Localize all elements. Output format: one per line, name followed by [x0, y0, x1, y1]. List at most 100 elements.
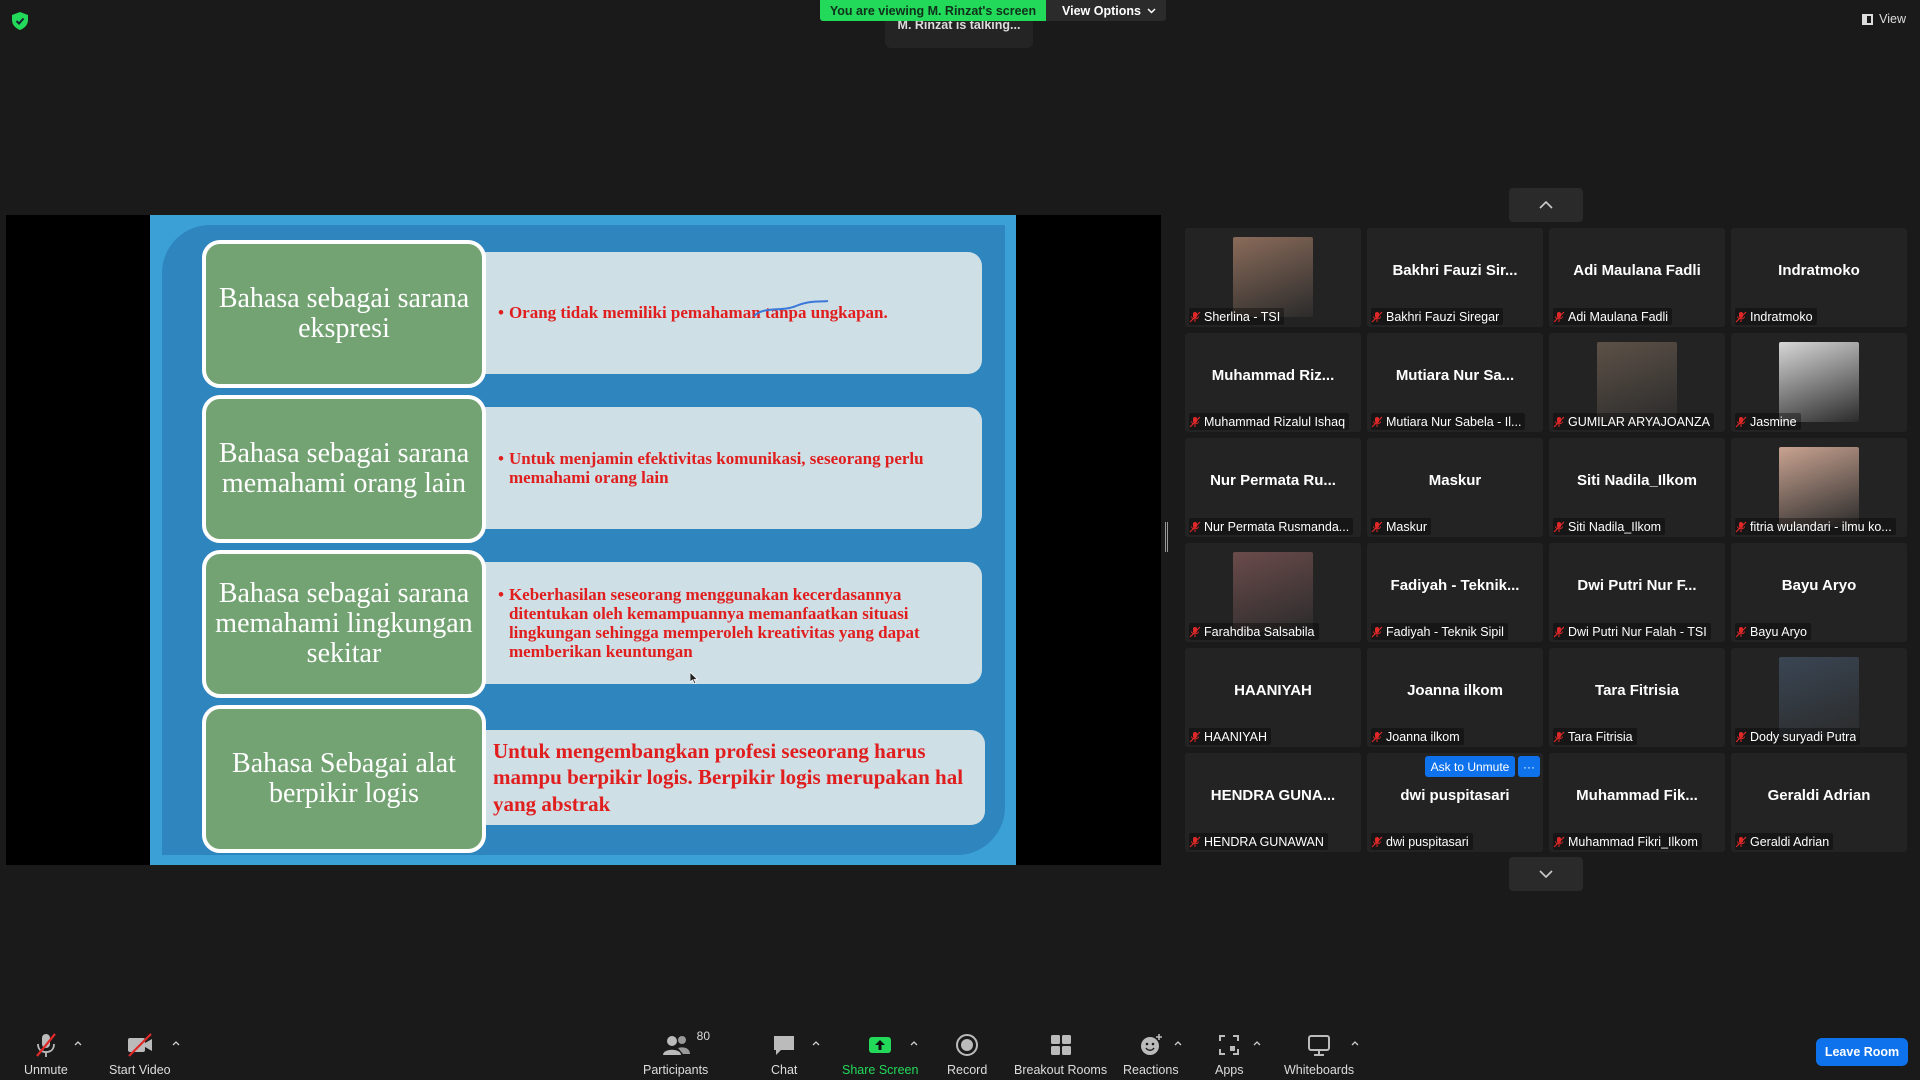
view-button[interactable]: View — [1862, 12, 1906, 26]
participant-name-tag: Sherlina - TSI — [1189, 308, 1285, 325]
participant-display-name: Tara Fitrisia — [1595, 682, 1679, 699]
participant-name: Adi Maulana Fadli — [1568, 309, 1669, 324]
unmute-label: Unmute — [24, 1063, 68, 1077]
muted-mic-icon — [1371, 836, 1383, 847]
start-video-button[interactable]: Start Video — [109, 1032, 171, 1077]
audio-options-caret-icon[interactable] — [73, 1038, 83, 1048]
participant-tile[interactable]: Bayu Aryo Bayu Aryo — [1731, 543, 1907, 642]
participant-name: Bayu Aryo — [1750, 624, 1807, 639]
encryption-shield-icon[interactable] — [12, 12, 28, 30]
participant-display-name: Muhammad Fik... — [1576, 787, 1698, 804]
muted-mic-icon — [1735, 521, 1747, 532]
participant-name-tag: Indratmoko — [1735, 308, 1817, 325]
participant-tile[interactable]: Muhammad Riz... Muhammad Rizalul Ishaq — [1185, 333, 1361, 432]
slide-row-text-box: Untuk mengembangkan profesi seseorang ha… — [473, 730, 985, 825]
share-screen-button[interactable]: Share Screen — [842, 1032, 918, 1077]
participant-video-thumbnail — [1779, 342, 1859, 422]
participant-tile[interactable]: Adi Maulana Fadli Adi Maulana Fadli — [1549, 228, 1725, 327]
bullet: • — [498, 303, 504, 323]
unmute-button[interactable]: Unmute — [24, 1032, 68, 1077]
slide-row-label: Bahasa sebagai sarana ekspresi — [202, 240, 486, 388]
participant-tile[interactable]: Indratmoko Indratmoko — [1731, 228, 1907, 327]
participant-tile[interactable]: HENDRA GUNA... HENDRA GUNAWAN — [1185, 753, 1361, 852]
gallery-page-up-button[interactable] — [1509, 188, 1583, 222]
muted-mic-icon — [1189, 416, 1201, 427]
muted-mic-icon — [1371, 626, 1383, 637]
muted-mic-icon — [1735, 416, 1747, 427]
participant-name-tag: Tara Fitrisia — [1553, 728, 1637, 745]
breakout-rooms-button[interactable]: Breakout Rooms — [1014, 1032, 1107, 1077]
participant-tile[interactable]: Fadiyah - Teknik... Fadiyah - Teknik Sipi… — [1367, 543, 1543, 642]
participant-tile[interactable]: Joanna ilkom Joanna ilkom — [1367, 648, 1543, 747]
participant-name: Bakhri Fauzi Siregar — [1386, 309, 1500, 324]
ask-to-unmute-button[interactable]: Ask to Unmute — [1425, 756, 1515, 777]
participant-name: Tara Fitrisia — [1568, 729, 1633, 744]
leave-room-button[interactable]: Leave Room — [1816, 1038, 1908, 1066]
participant-name-tag: Mutiara Nur Sabela - Il... — [1371, 413, 1526, 430]
chat-label: Chat — [771, 1063, 798, 1077]
view-options-label: View Options — [1062, 3, 1141, 18]
microphone-muted-icon — [36, 1033, 56, 1057]
slide-row-label: Bahasa sebagai sarana memahami lingkunga… — [202, 550, 486, 698]
participant-tile[interactable]: Geraldi Adrian Geraldi Adrian — [1731, 753, 1907, 852]
reactions-options-caret-icon[interactable] — [1173, 1038, 1183, 1048]
whiteboards-button[interactable]: Whiteboards — [1284, 1032, 1354, 1077]
participant-name-tag: HENDRA GUNAWAN — [1189, 833, 1328, 850]
participants-label: Participants — [643, 1063, 709, 1077]
slide-row-text: Keberhasilan seseorang menggunakan kecer… — [508, 584, 920, 662]
participant-video-thumbnail — [1233, 237, 1313, 317]
participant-name-tag: Bayu Aryo — [1735, 623, 1811, 640]
participant-name-tag: Fadiyah - Teknik Sipil — [1371, 623, 1508, 640]
participant-tile[interactable]: Bakhri Fauzi Sir... Bakhri Fauzi Siregar — [1367, 228, 1543, 327]
reactions-button[interactable]: Reactions — [1123, 1032, 1179, 1077]
share-options-caret-icon[interactable] — [909, 1038, 919, 1048]
participant-tile[interactable]: HAANIYAH HAANIYAH — [1185, 648, 1361, 747]
participant-name: Jasmine — [1750, 414, 1797, 429]
participant-display-name: Dwi Putri Nur F... — [1577, 577, 1697, 594]
view-options-button[interactable]: View Options — [1046, 0, 1166, 21]
participant-tile[interactable]: Sherlina - TSI — [1185, 228, 1361, 327]
participant-name-tag: Muhammad Rizalul Ishaq — [1189, 413, 1350, 430]
participant-name-tag: Siti Nadila_Ilkom — [1553, 518, 1666, 535]
participant-tile[interactable]: Dody suryadi Putra — [1731, 648, 1907, 747]
participant-name-tag: GUMILAR ARYAJOANZA — [1553, 413, 1714, 430]
chat-button[interactable]: Chat — [771, 1032, 797, 1077]
whiteboards-options-caret-icon[interactable] — [1350, 1038, 1360, 1048]
apps-button[interactable]: Apps — [1215, 1032, 1244, 1077]
muted-mic-icon — [1553, 416, 1565, 427]
bullet: • — [498, 448, 504, 468]
participants-button[interactable]: 80 Participants — [643, 1029, 711, 1077]
participant-tile[interactable]: Maskur Maskur — [1367, 438, 1543, 537]
participants-icon — [662, 1036, 690, 1055]
whiteboards-label: Whiteboards — [1284, 1063, 1355, 1077]
participant-tile[interactable]: Jasmine — [1731, 333, 1907, 432]
panel-resize-handle[interactable] — [1165, 522, 1168, 552]
record-button[interactable]: Record — [947, 1032, 987, 1077]
shared-screen[interactable]: Bahasa sebagai sarana ekspresi • Orang t… — [6, 215, 1161, 865]
participant-tile[interactable]: Nur Permata Ru... Nur Permata Rusmanda... — [1185, 438, 1361, 537]
participant-tile[interactable]: Dwi Putri Nur F... Dwi Putri Nur Falah - … — [1549, 543, 1725, 642]
viewing-screen-banner: You are viewing M. Rinzat's screen — [820, 0, 1046, 21]
participant-tile[interactable]: fitria wulandari - ilmu ko... — [1731, 438, 1907, 537]
participant-more-button[interactable]: ··· — [1518, 756, 1540, 777]
muted-mic-icon — [1189, 626, 1201, 637]
participant-tile[interactable]: Mutiara Nur Sa... Mutiara Nur Sabela - Il… — [1367, 333, 1543, 432]
participant-tile[interactable]: Siti Nadila_Ilkom Siti Nadila_Ilkom — [1549, 438, 1725, 537]
apps-options-caret-icon[interactable] — [1252, 1038, 1262, 1048]
gallery-page-down-button[interactable] — [1509, 857, 1583, 891]
participant-tile[interactable]: Tara Fitrisia Tara Fitrisia — [1549, 648, 1725, 747]
presentation-slide: Bahasa sebagai sarana ekspresi • Orang t… — [150, 215, 1016, 865]
participant-tile[interactable]: Farahdiba Salsabila — [1185, 543, 1361, 642]
participant-name-tag: Dody suryadi Putra — [1735, 728, 1861, 745]
share-screen-label: Share Screen — [842, 1063, 919, 1077]
participants-count: 80 — [696, 1029, 711, 1043]
chat-options-caret-icon[interactable] — [811, 1038, 821, 1048]
participant-name: Nur Permata Rusmanda... — [1204, 519, 1350, 534]
participant-tile[interactable]: Muhammad Fik... Muhammad Fikri_Ilkom — [1549, 753, 1725, 852]
video-options-caret-icon[interactable] — [171, 1038, 181, 1048]
participant-tile[interactable]: GUMILAR ARYAJOANZA — [1549, 333, 1725, 432]
participant-name: HAANIYAH — [1204, 729, 1267, 744]
participant-name: Joanna ilkom — [1386, 729, 1460, 744]
chevron-down-icon — [1147, 7, 1156, 14]
zoom-meeting-window: M. Rinzat is talking... You are viewing … — [0, 0, 1920, 1080]
